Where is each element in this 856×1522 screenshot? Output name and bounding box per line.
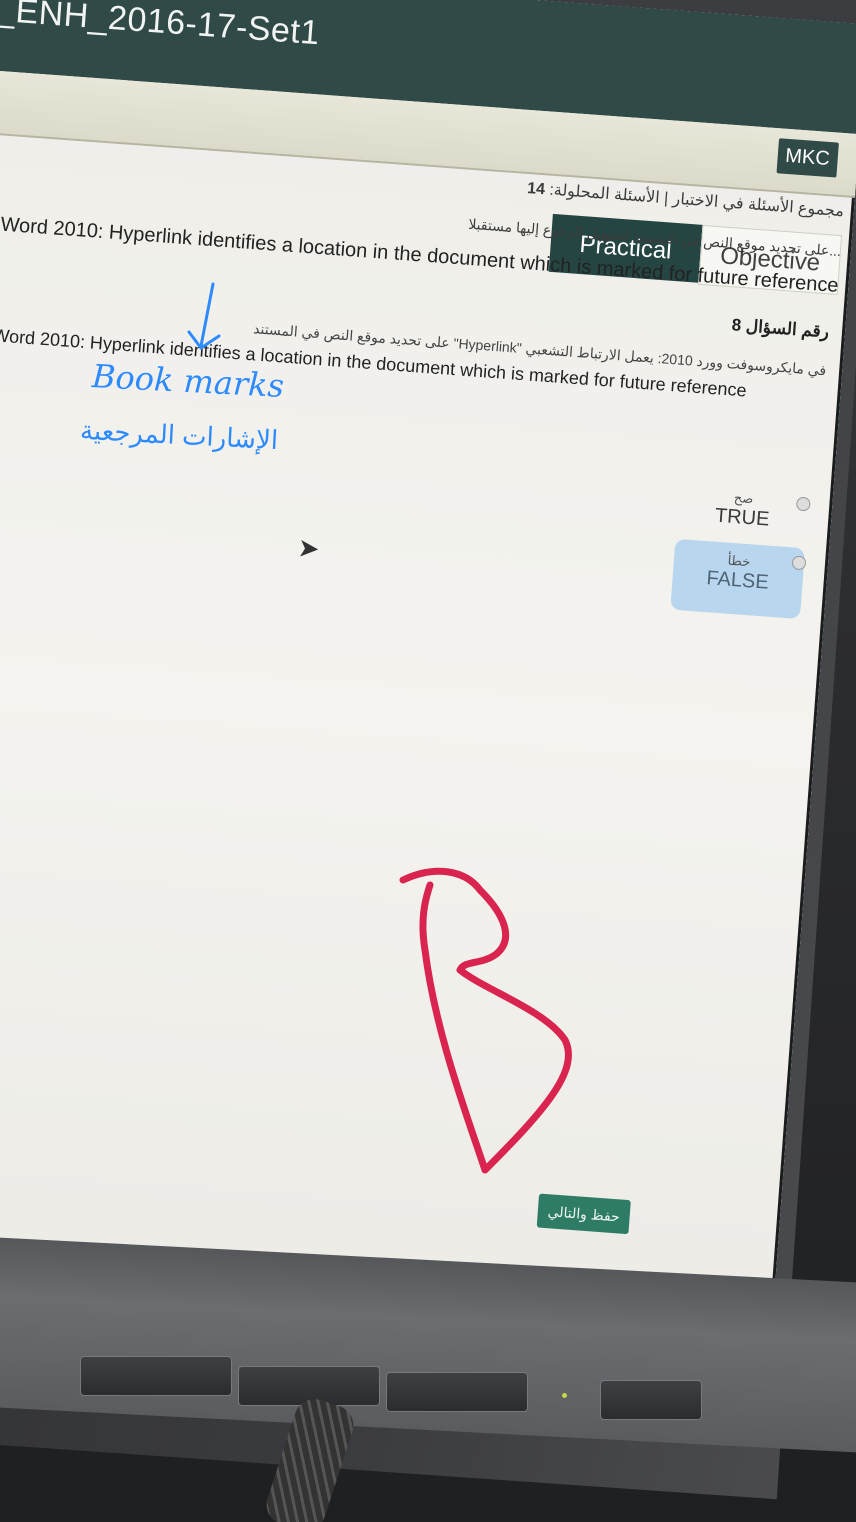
down-arrow-icon (187, 282, 221, 350)
option-false[interactable]: خطأ FALSE (670, 538, 807, 620)
save-next-button[interactable]: حفظ والتالي (536, 1193, 631, 1235)
radio-false[interactable] (791, 555, 807, 571)
breadcrumb-answered-label: الأسئلة المحلولة: (548, 181, 661, 207)
brand-logo: MKC (776, 138, 839, 178)
mouse-pointer-icon: ➤ (296, 532, 321, 564)
question-number: رقم السؤال 8 (731, 315, 830, 342)
power-led-icon (562, 1393, 567, 1398)
handwritten-letter-b-icon (399, 867, 572, 1174)
monitor-power-button[interactable] (600, 1380, 702, 1420)
photo-background: _ENH_2016-17-Set1 MKC مجموع الأسئلة في ا… (0, 0, 856, 1522)
exam-title: _ENH_2016-17-Set1 (0, 0, 322, 53)
monitor-button-menu[interactable] (80, 1356, 232, 1396)
answered-count: 14 (526, 179, 546, 199)
option-true[interactable]: صح TRUE (676, 480, 811, 542)
radio-true[interactable] (795, 496, 811, 512)
answer-options: صح TRUE خطأ FALSE (670, 480, 811, 620)
monitor-button-plus[interactable] (386, 1372, 528, 1412)
